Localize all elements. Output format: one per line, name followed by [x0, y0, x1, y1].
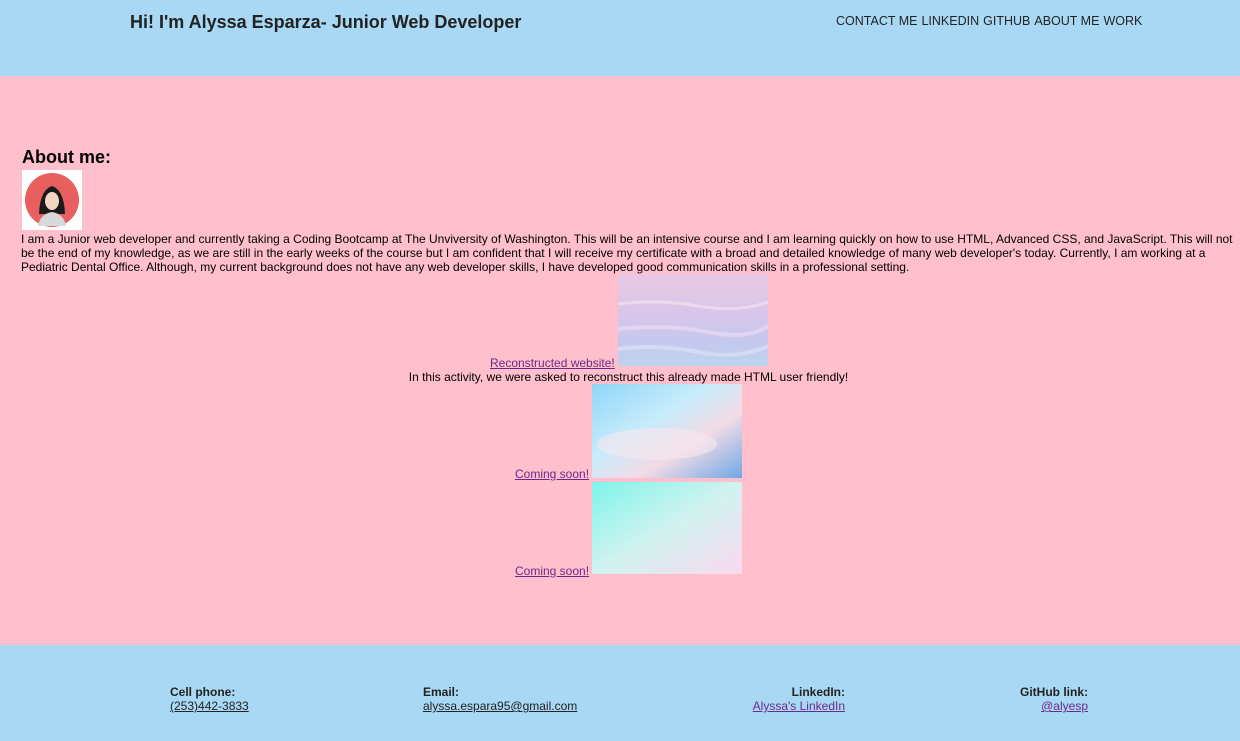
- footer-phone: Cell phone: (253)442-3833: [170, 685, 249, 713]
- work-link-coming-soon-1[interactable]: Coming soon!: [515, 467, 589, 481]
- about-section: About me: I am a Junior web developer an…: [21, 147, 1238, 274]
- work-thumbnail-2[interactable]: [592, 384, 742, 478]
- work-description: In this activity, we were asked to recon…: [408, 370, 849, 384]
- footer-github: GitHub link: @alyesp: [968, 685, 1088, 713]
- main-nav: CONTACT ME LINKEDIN GITHUB ABOUT ME WORK: [836, 14, 1146, 28]
- email-link[interactable]: alyssa.espara95@gmail.com: [423, 699, 577, 713]
- footer-email: Email: alyssa.espara95@gmail.com: [423, 685, 577, 713]
- work-link-coming-soon-2[interactable]: Coming soon!: [515, 564, 589, 578]
- footer-linkedin: LinkedIn: Alyssa's LinkedIn: [700, 685, 845, 713]
- phone-link[interactable]: (253)442-3833: [170, 699, 249, 713]
- linkedin-label: LinkedIn:: [791, 685, 845, 699]
- site-title: Hi! I'm Alyssa Esparza- Junior Web Devel…: [130, 12, 522, 32]
- phone-label: Cell phone:: [170, 685, 236, 699]
- github-link[interactable]: @alyesp: [1041, 699, 1088, 713]
- nav-linkedin[interactable]: LINKEDIN: [921, 14, 979, 28]
- about-heading: About me:: [22, 147, 111, 167]
- nav-about-me[interactable]: ABOUT ME: [1034, 14, 1099, 28]
- nav-github[interactable]: GITHUB: [983, 14, 1030, 28]
- site-footer: Cell phone: (253)442-3833 Email: alyssa.…: [0, 645, 1240, 741]
- work-link-reconstructed[interactable]: Reconstructed website!: [490, 356, 615, 370]
- site-header: Hi! I'm Alyssa Esparza- Junior Web Devel…: [0, 0, 1240, 76]
- work-thumbnail-1[interactable]: [618, 274, 768, 366]
- linkedin-link[interactable]: Alyssa's LinkedIn: [753, 699, 845, 713]
- work-thumbnail-3[interactable]: [592, 482, 742, 574]
- nav-work[interactable]: WORK: [1103, 14, 1142, 28]
- github-label: GitHub link:: [1020, 685, 1088, 699]
- email-label: Email:: [423, 685, 460, 699]
- nav-contact-me[interactable]: CONTACT ME: [836, 14, 917, 28]
- about-text: I am a Junior web developer and currentl…: [21, 232, 1233, 274]
- avatar: [22, 170, 82, 230]
